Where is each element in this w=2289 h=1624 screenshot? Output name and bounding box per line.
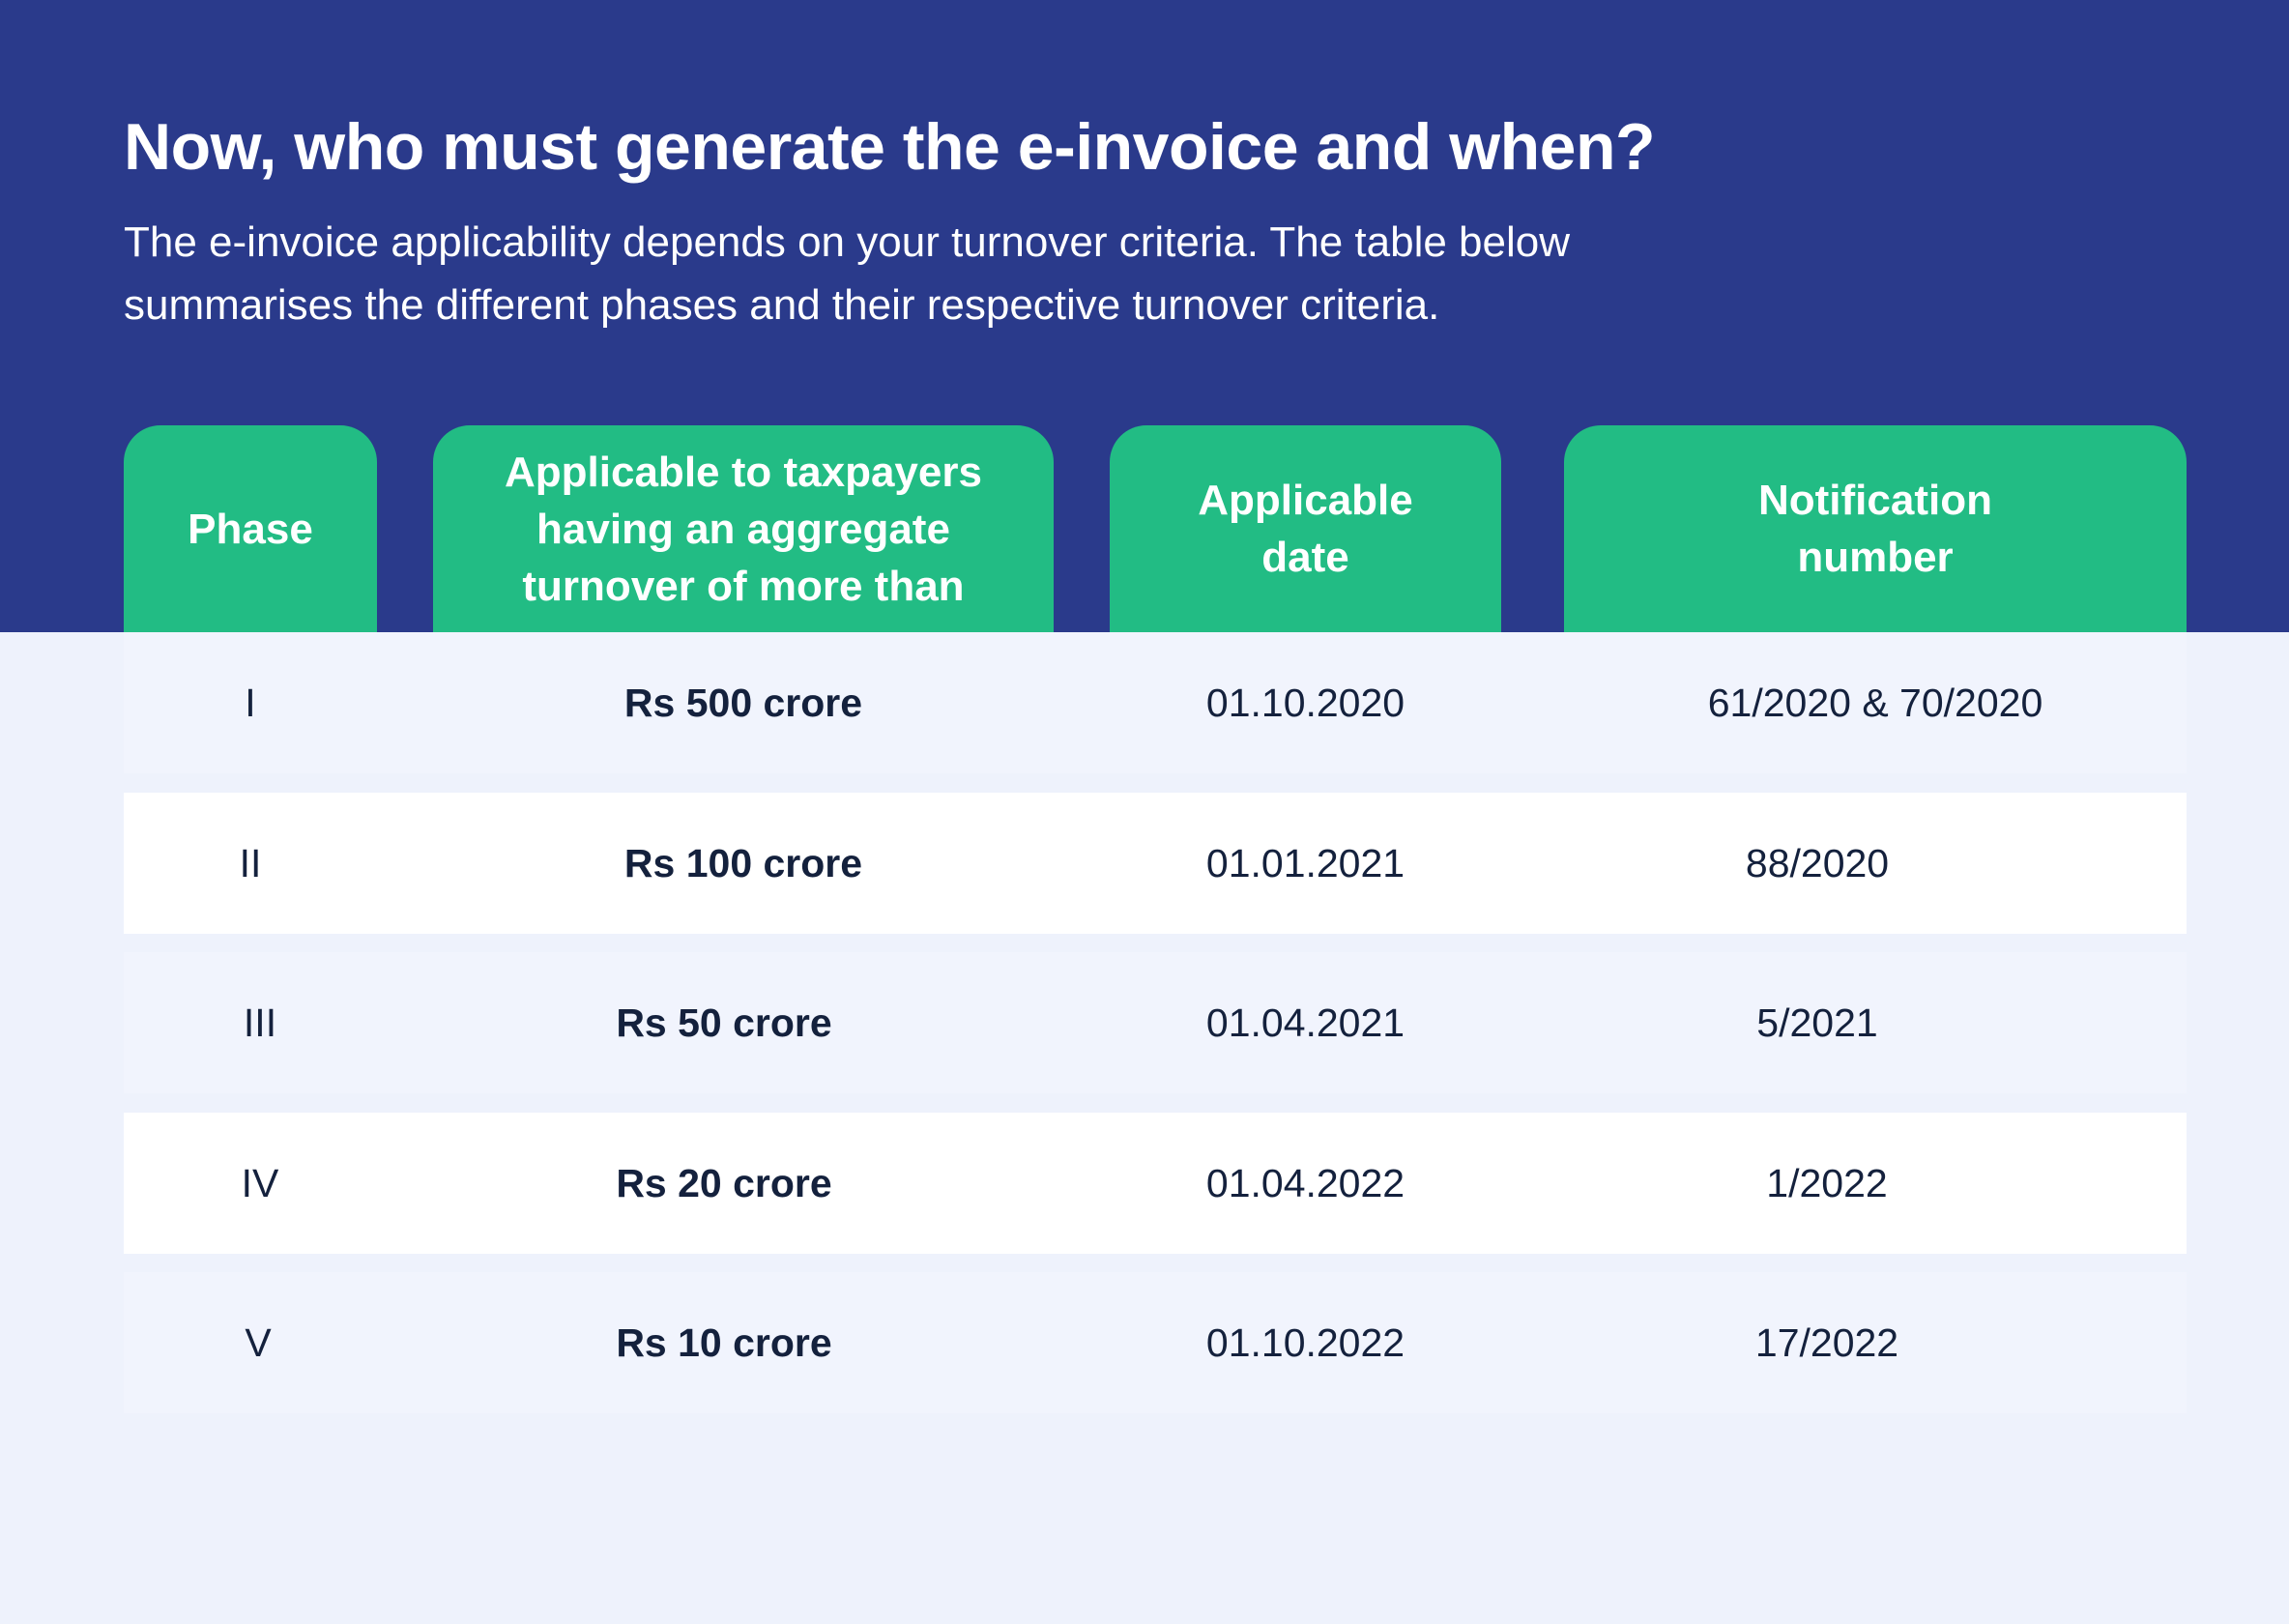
date-cell: 01.10.2022	[1205, 1320, 1405, 1365]
date-cell: 01.04.2022	[1205, 1160, 1405, 1205]
notification-cell: 61/2020 & 70/2020	[1707, 680, 2043, 725]
table-row: III Rs 50 crore 01.04.2021 5/2021	[124, 952, 2187, 1093]
column-header-notification: Notification number	[1564, 425, 2187, 632]
column-header-line: Applicable	[1198, 477, 1413, 524]
notification-cell: 5/2021	[1756, 1000, 1878, 1045]
table-row: V Rs 10 crore 01.10.2022 17/2022	[124, 1272, 2187, 1413]
turnover-cell: Rs 500 crore	[623, 680, 863, 725]
column-header-phase: Phase	[124, 425, 377, 632]
column-header-line: Phase	[188, 505, 313, 553]
table-row: I Rs 500 crore 01.10.2020 61/2020 & 70/2…	[124, 632, 2187, 773]
phase-cell: III	[243, 1000, 277, 1045]
column-header-turnover: Applicable to taxpayers having an aggreg…	[433, 425, 1054, 632]
turnover-cell: Rs 10 crore	[616, 1320, 832, 1365]
column-header-line: Applicable to taxpayers	[505, 448, 982, 496]
notification-cell: 17/2022	[1754, 1320, 1899, 1365]
phase-cell: II	[239, 840, 262, 885]
phase-cell: V	[245, 1320, 272, 1365]
date-cell: 01.04.2021	[1205, 1000, 1405, 1045]
column-header-date: Applicable date	[1110, 425, 1501, 632]
phase-cell: I	[245, 680, 256, 725]
table-row: II Rs 100 crore 01.01.2021 88/2020	[124, 793, 2187, 934]
column-header-line: turnover of more than	[522, 562, 965, 610]
date-cell: 01.01.2021	[1205, 840, 1405, 885]
date-cell: 01.10.2020	[1205, 680, 1405, 725]
column-header-line: number	[1797, 534, 1954, 581]
turnover-cell: Rs 50 crore	[616, 1000, 832, 1045]
notification-cell: 88/2020	[1745, 840, 1890, 885]
table-row: IV Rs 20 crore 01.04.2022 1/2022	[124, 1113, 2187, 1254]
notification-cell: 1/2022	[1766, 1160, 1888, 1205]
turnover-cell: Rs 100 crore	[623, 840, 863, 885]
page-subtitle: The e-invoice applicability depends on y…	[124, 218, 1571, 329]
phase-cell: IV	[241, 1160, 279, 1205]
column-header-line: Notification	[1758, 477, 1992, 524]
turnover-cell: Rs 20 crore	[616, 1160, 832, 1205]
column-header-line: date	[1261, 534, 1349, 581]
page-title: Now, who must generate the e-invoice and…	[124, 110, 1656, 184]
column-header-line: having an aggregate	[536, 505, 950, 553]
